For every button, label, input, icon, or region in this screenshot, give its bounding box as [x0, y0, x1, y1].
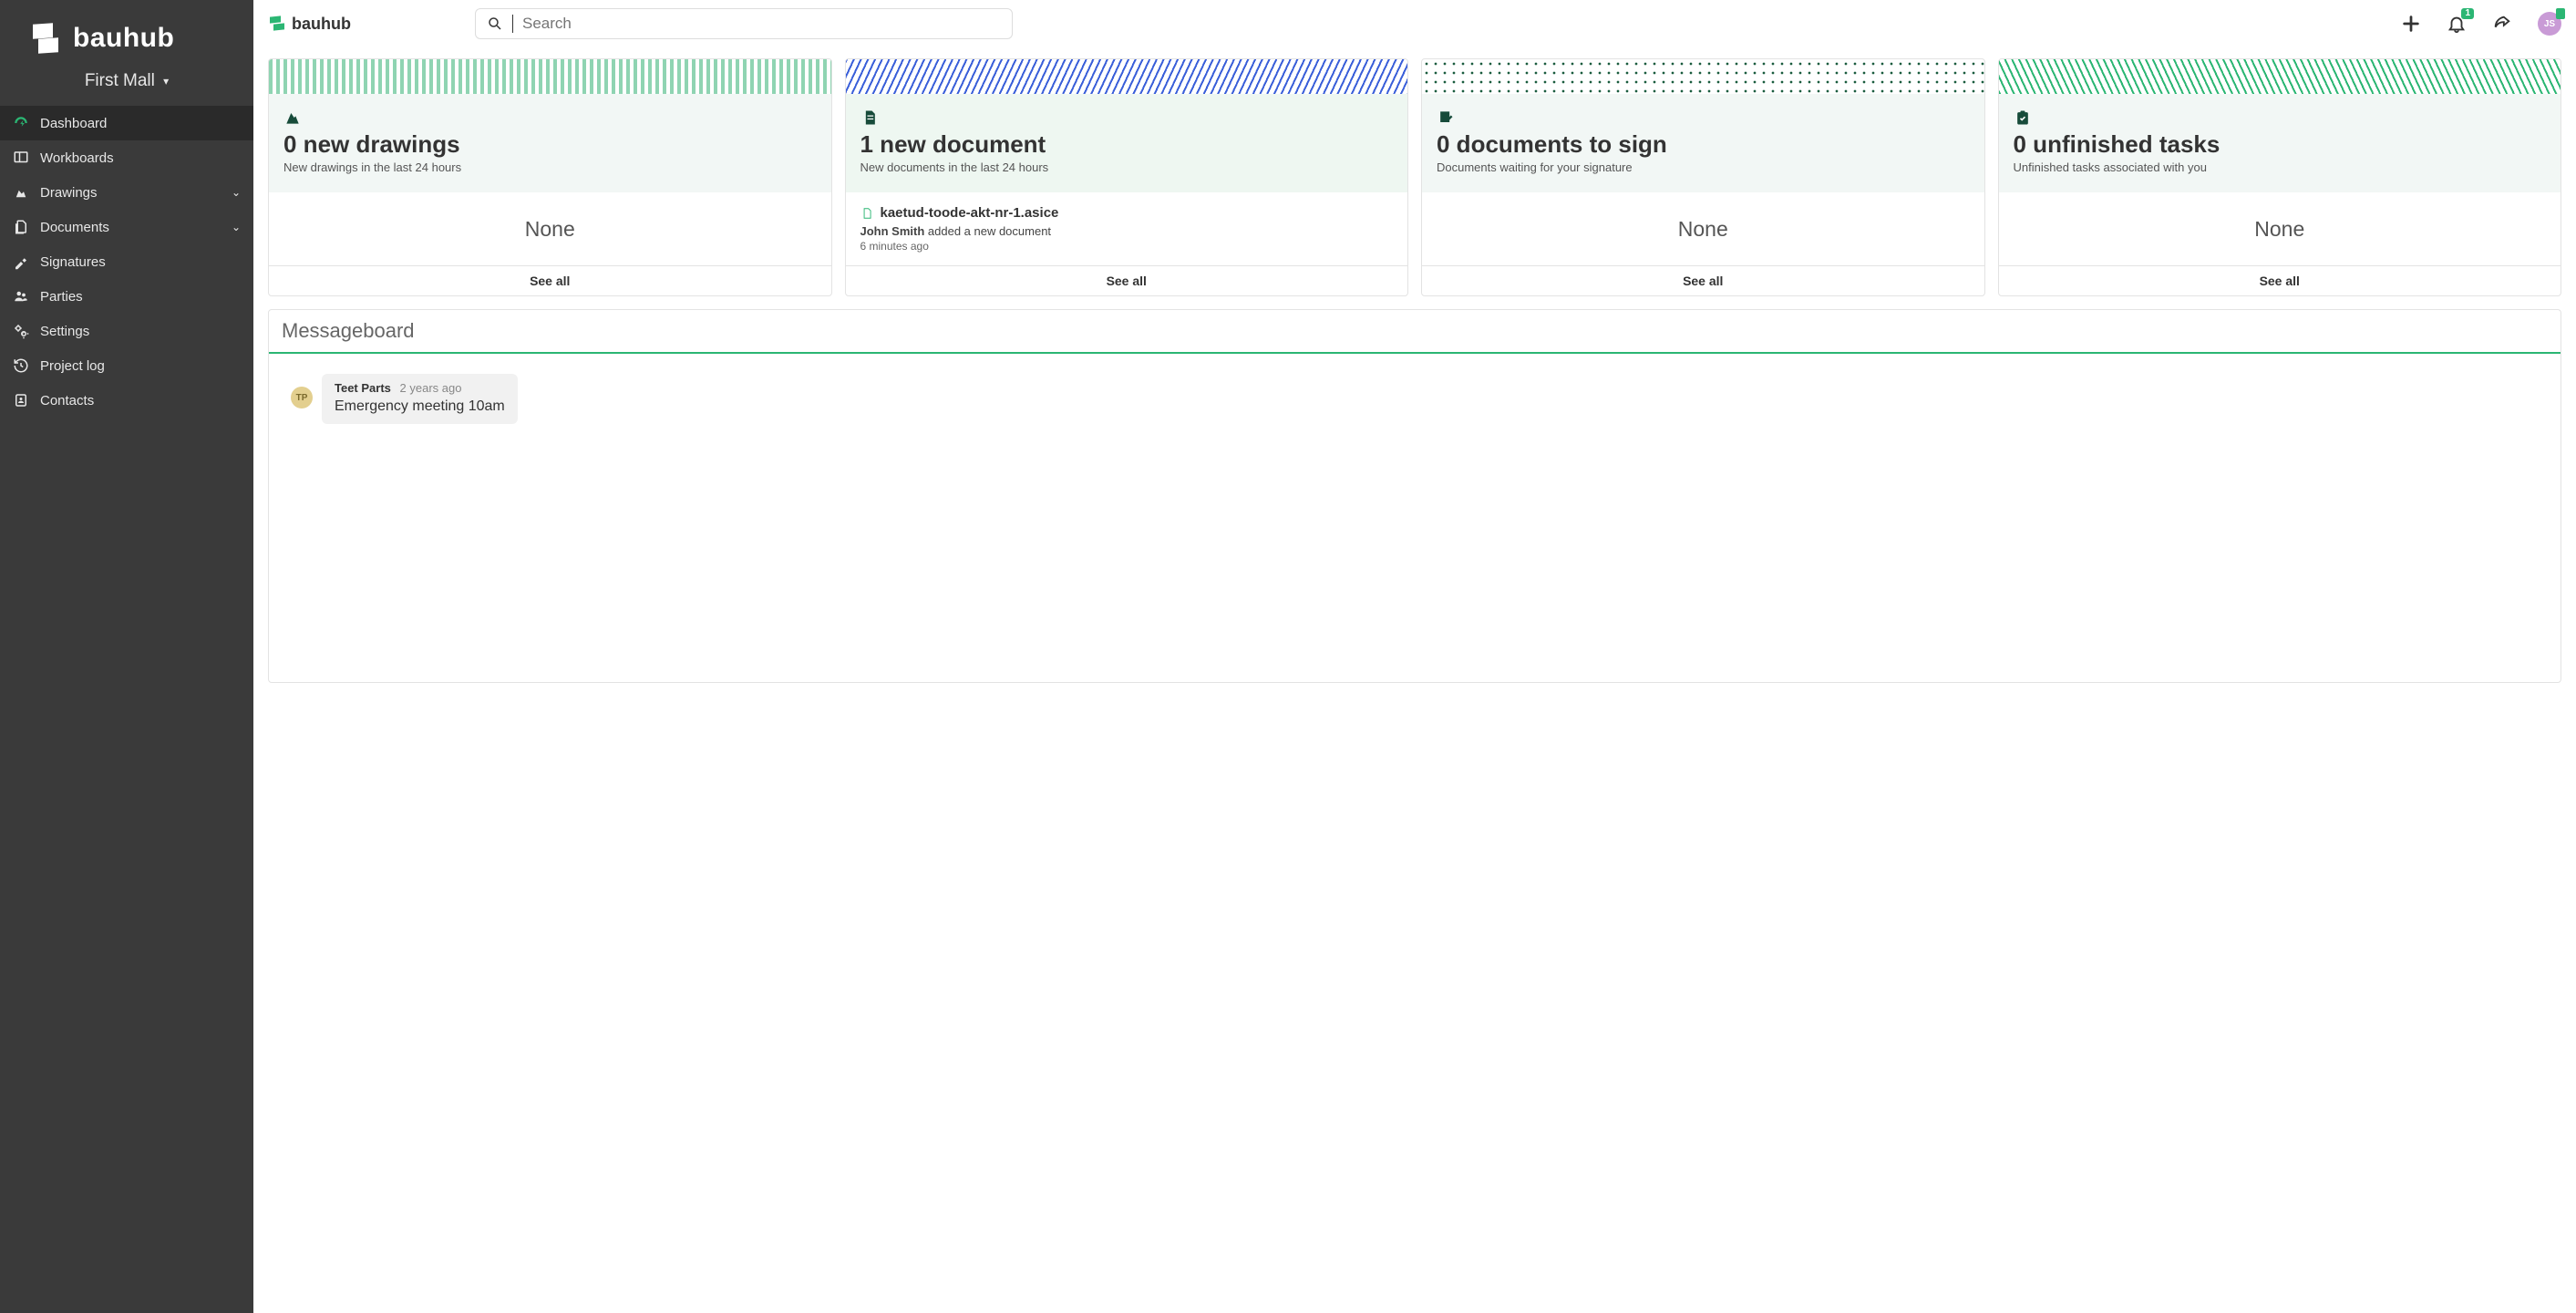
dashboard-icon — [13, 115, 29, 131]
card-title: 1 new document — [860, 130, 1394, 159]
add-button[interactable] — [2401, 14, 2421, 34]
drafting-icon — [283, 109, 302, 127]
card-title: 0 new drawings — [283, 130, 817, 159]
brand-mini[interactable]: bauhub — [268, 15, 351, 34]
search-input[interactable] — [522, 15, 1001, 33]
message-text: Emergency meeting 10am — [335, 398, 505, 415]
drawings-icon — [13, 184, 29, 201]
app-logo[interactable]: bauhub — [0, 0, 253, 67]
avatar-status-badge — [2556, 8, 2565, 19]
notification-badge: 1 — [2461, 8, 2474, 19]
card-subtitle: New drawings in the last 24 hours — [283, 160, 817, 174]
user-avatar[interactable]: JS — [2538, 12, 2561, 36]
sidebar: bauhub First Mall ▾ Dashboard Workboards… — [0, 0, 253, 1313]
message-author: Teet Parts — [335, 381, 391, 395]
document-icon — [860, 109, 879, 127]
topbar: bauhub 1 JS — [253, 0, 2576, 47]
card-stripe — [1422, 59, 1984, 94]
project-name: First Mall — [85, 71, 155, 90]
sidebar-item-dashboard[interactable]: Dashboard — [0, 106, 253, 140]
sidebar-nav: Dashboard Workboards Drawings ⌄ Document… — [0, 106, 253, 418]
card-stripe — [269, 59, 831, 94]
document-meta: John Smith added a new document — [860, 224, 1394, 238]
sidebar-item-documents[interactable]: Documents ⌄ — [0, 210, 253, 244]
card-subtitle: Documents waiting for your signature — [1437, 160, 1970, 174]
sidebar-item-project-log[interactable]: Project log — [0, 348, 253, 383]
file-icon — [860, 206, 873, 221]
see-all-link[interactable]: See all — [846, 265, 1408, 295]
logo-icon — [27, 20, 64, 57]
divider — [512, 15, 513, 33]
sidebar-item-drawings[interactable]: Drawings ⌄ — [0, 175, 253, 210]
sidebar-item-label: Dashboard — [40, 116, 107, 131]
messageboard-title: Messageboard — [269, 310, 2561, 354]
task-icon — [2014, 109, 2032, 127]
sidebar-item-workboards[interactable]: Workboards — [0, 140, 253, 175]
sidebar-item-label: Project log — [40, 358, 105, 374]
sidebar-item-label: Settings — [40, 324, 89, 339]
card-stripe — [1999, 59, 2561, 94]
search-bar[interactable] — [475, 8, 1013, 39]
card-unfinished-tasks: 0 unfinished tasks Unfinished tasks asso… — [1998, 58, 2562, 296]
see-all-link[interactable]: See all — [1422, 265, 1984, 295]
chevron-down-icon: ⌄ — [232, 221, 241, 233]
history-icon — [13, 357, 29, 374]
message-item[interactable]: TP Teet Parts 2 years ago Emergency meet… — [291, 374, 2539, 424]
sidebar-item-label: Contacts — [40, 393, 94, 408]
sidebar-item-settings[interactable]: Settings — [0, 314, 253, 348]
sign-icon — [1437, 109, 1455, 127]
card-subtitle: New documents in the last 24 hours — [860, 160, 1394, 174]
chevron-down-icon: ⌄ — [232, 186, 241, 199]
document-list-item[interactable]: kaetud-toode-akt-nr-1.asice John Smith a… — [860, 205, 1394, 253]
logo-icon — [268, 15, 286, 33]
parties-icon — [13, 288, 29, 305]
signatures-icon — [13, 253, 29, 270]
card-title: 0 documents to sign — [1437, 130, 1970, 159]
documents-icon — [13, 219, 29, 235]
avatar-initials: JS — [2544, 19, 2555, 29]
card-stripe — [846, 59, 1408, 94]
empty-state: None — [2014, 217, 2547, 242]
sidebar-item-label: Parties — [40, 289, 83, 305]
search-icon — [487, 16, 503, 32]
logo-text: bauhub — [73, 23, 174, 54]
card-title: 0 unfinished tasks — [2014, 130, 2547, 159]
card-new-documents: 1 new document New documents in the last… — [845, 58, 1409, 296]
share-button[interactable] — [2492, 14, 2512, 34]
sidebar-item-label: Drawings — [40, 185, 98, 201]
see-all-link[interactable]: See all — [1999, 265, 2561, 295]
sidebar-item-label: Workboards — [40, 150, 114, 166]
sidebar-item-label: Documents — [40, 220, 109, 235]
sidebar-item-contacts[interactable]: Contacts — [0, 383, 253, 418]
empty-state: None — [1437, 217, 1970, 242]
see-all-link[interactable]: See all — [269, 265, 831, 295]
document-filename: kaetud-toode-akt-nr-1.asice — [881, 205, 1059, 221]
message-time: 2 years ago — [400, 381, 462, 395]
document-time: 6 minutes ago — [860, 240, 1394, 253]
dashboard-cards: 0 new drawings New drawings in the last … — [268, 58, 2561, 296]
empty-state: None — [283, 217, 817, 242]
settings-icon — [13, 323, 29, 339]
contacts-icon — [13, 392, 29, 408]
chevron-down-icon: ▾ — [163, 75, 169, 88]
sidebar-item-signatures[interactable]: Signatures — [0, 244, 253, 279]
sidebar-item-label: Signatures — [40, 254, 106, 270]
sidebar-item-parties[interactable]: Parties — [0, 279, 253, 314]
messageboard-panel: Messageboard TP Teet Parts 2 years ago E… — [268, 309, 2561, 683]
message-avatar: TP — [291, 387, 313, 408]
workboards-icon — [13, 150, 29, 166]
brand-text: bauhub — [292, 15, 351, 34]
card-subtitle: Unfinished tasks associated with you — [2014, 160, 2547, 174]
notifications-button[interactable]: 1 — [2447, 14, 2467, 34]
card-new-drawings: 0 new drawings New drawings in the last … — [268, 58, 832, 296]
project-switcher[interactable]: First Mall ▾ — [0, 67, 253, 106]
card-documents-to-sign: 0 documents to sign Documents waiting fo… — [1421, 58, 1985, 296]
